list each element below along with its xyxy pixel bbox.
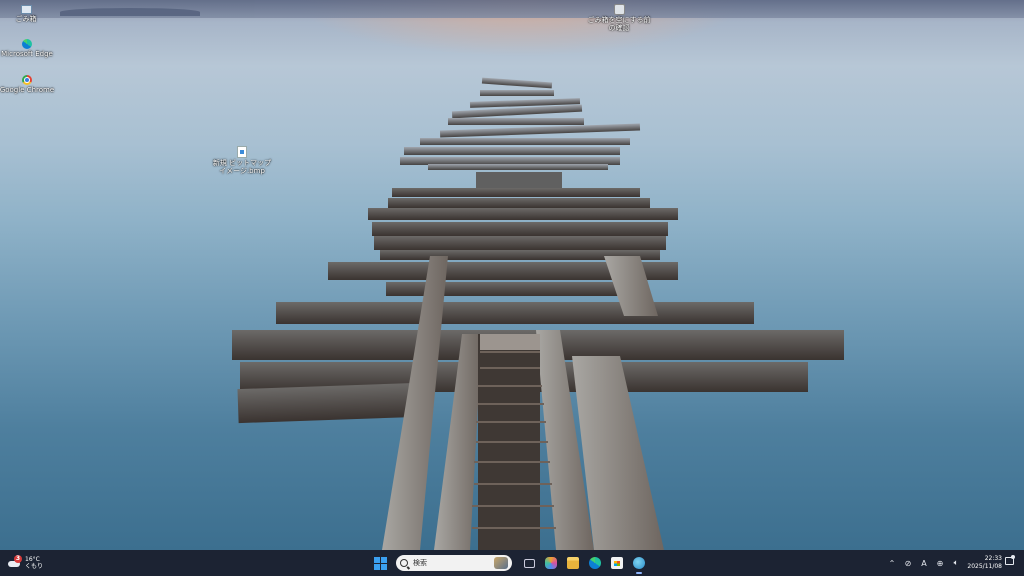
task-view-icon [523,558,535,568]
taskbar-center: 検索 [372,553,650,574]
bitmap-file-icon [237,146,247,158]
windows-logo-icon [373,556,380,563]
desktop-background: ごみ箱 Microsoft Edge Google Chrome 新規 ビットマ… [0,0,1024,550]
edge-icon [589,557,601,569]
edge-icon [22,39,32,49]
taskbar-app-browser[interactable] [631,555,647,574]
system-tray: ⌃ ⊘ A ⊕ 🔈︎ [884,553,964,573]
desktop-icon-bitmap-file[interactable]: 新規 ビットマップ イメージ.bmp [210,146,274,175]
search-icon [400,559,408,567]
cloud-icon: 3 [8,555,22,568]
recycle-bin-icon [20,5,32,14]
desktop-icon-label: Google Chrome [0,86,55,94]
desktop-icon-label: 新規 ビットマップ イメージ.bmp [212,159,272,175]
speaker-icon[interactable]: 🔈︎ [951,558,961,568]
search-highlight-image [494,557,508,569]
pier-wallpaper [232,77,844,550]
desktop-icon-edge[interactable]: Microsoft Edge [0,39,59,58]
clock-time: 22:33 [984,555,1002,562]
clock-date: 2025/11/08 [967,563,1002,570]
shortcut-icon [613,4,625,15]
taskbar-app-file-explorer[interactable] [565,555,581,571]
chrome-icon [22,75,32,85]
desktop-icon-chrome[interactable]: Google Chrome [0,75,59,94]
globe-network-icon[interactable]: ⊕ [935,559,945,568]
desktop-icon-recycle-bin[interactable]: ごみ箱 [0,3,58,23]
ime-indicator[interactable]: A [919,559,929,568]
store-icon [611,557,623,569]
weather-widget[interactable]: 3 16°C くもり [8,553,43,573]
copilot-icon [545,557,557,569]
chevron-up-icon[interactable]: ⌃ [887,559,897,568]
clock[interactable]: 22:33 2025/11/08 [966,555,1002,571]
weather-condition: くもり [25,563,44,570]
desktop-icon-label: ごみ箱 [15,15,37,23]
globe-icon [633,557,645,569]
notification-icon[interactable] [1005,555,1015,565]
weather-temp: 16°C [25,556,40,563]
taskbar-app-edge[interactable] [587,555,603,571]
weather-badge: 3 [14,555,22,563]
taskbar: 3 16°C くもり 検索 ⌃ ⊘ A ⊕ 🔈︎ 22:33 2025/11/0… [0,550,1024,576]
desktop-icon-shortcut[interactable]: ごみ箱を空にする前の確認 [587,4,651,32]
search-placeholder: 検索 [413,559,427,567]
taskbar-app-store[interactable] [609,555,625,571]
desktop-icon-label: Microsoft Edge [1,50,53,58]
taskbar-app-copilot[interactable] [543,555,559,571]
folder-icon [567,557,579,569]
network-off-icon[interactable]: ⊘ [903,559,913,568]
taskbar-app-task-view[interactable] [521,555,537,571]
desktop-icon-label: ごみ箱を空にする前の確認 [587,16,651,32]
start-button[interactable] [372,555,388,571]
search-box[interactable]: 検索 [396,555,512,571]
